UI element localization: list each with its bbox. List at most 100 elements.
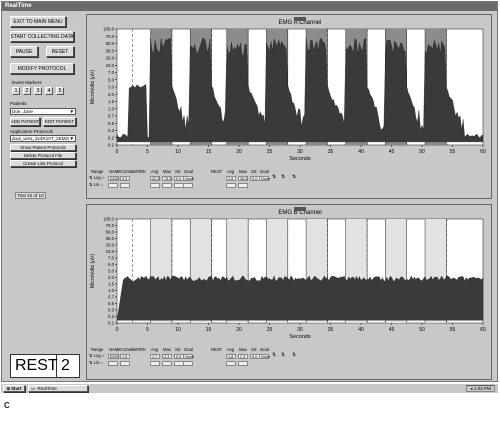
emg-a-table-header: Max [163,169,171,174]
chevron-down-icon[interactable]: ▼ [69,109,74,115]
emg-a-table-empty-cell [108,183,118,188]
emg-a-xtick-label: 60 [480,149,486,155]
emg-a-xtick-label: 5 [146,149,149,155]
emg-b-table-value: 2.3 [238,354,248,359]
emg-b-title-swatch [294,207,306,211]
emg-b-chart: EMG B Channel100.070.050.030.020.010.07.… [87,205,491,345]
emg-a-ytick-label: 50.0 [106,41,115,46]
emg-b-table-empty-cell [226,361,236,366]
emg-b-table-header: Goal [184,347,193,352]
emg-b-xtick-label: 0 [116,327,119,333]
chevron-down-icon[interactable]: ▼ [69,136,74,142]
emg-b-table-lin-radio[interactable]: ⇅ Lin ○ [89,360,103,365]
emg-a-table-value: None [183,176,193,181]
arrow-updown-icon[interactable]: ⇅ [272,174,276,180]
arrow-updown-icon[interactable]: ⇅ [292,352,296,358]
event-marker-5-button[interactable]: 5 [56,87,64,95]
emg-b-ytick-label: 5.0 [108,262,115,267]
emg-a-table-empty-cell [162,183,172,188]
event-markers-label: Event Markers [12,80,42,85]
emg-b-ytick-label: 1.5 [108,282,115,287]
emg-a-table-header: NAME [109,169,121,174]
emg-b-table-empty-cell [150,361,160,366]
exit-to-main-menu-button[interactable]: EXIT TO MAIN MENU [10,16,66,27]
emg-b-table-value: 1.5 [120,354,130,359]
emg-b-table-header: Goal [260,347,269,352]
emg-b-ytick-label: 70.0 [106,223,115,228]
system-tray: ◂ 1:02 PM [466,385,495,392]
windows-logo-icon: ⊞ [7,386,10,391]
protocol-select[interactable]: dual_wins_3x4R10T_2EMGs ▼ [10,135,76,142]
emg-b-table-header: NAME [109,347,121,352]
emg-a-table-header: REST [211,169,222,174]
emg-a-xlabel: Seconds [289,156,311,162]
emg-a-table-header: SS [251,169,257,174]
emg-a-stats: Range NAME CutVal WORK Avg Max SS Goal REST Avg Ma… [87,167,491,197]
arrow-updown-icon[interactable]: ⇅ [292,174,296,180]
emg-a-table-header: Goal [260,169,269,174]
event-marker-4-button[interactable]: 4 [45,87,53,95]
emg-a-table-lin-radio[interactable]: ⇅ Lin ○ [89,182,103,187]
emg-a-chart: EMG A Channel100.070.050.030.020.010.07.… [87,15,491,167]
emg-a-table-value: 26.0 [238,176,248,181]
emg-a-xtick-label: 45 [389,149,395,155]
speaker-icon: ◂ [470,386,472,391]
emg-a-xtick-label: 35 [328,149,334,155]
emg-b-ytick-label: 0.3 [108,308,115,313]
emg-a-xtick-label: 50 [419,149,425,155]
event-marker-1-button[interactable]: 1 [12,87,20,95]
arrow-updown-icon[interactable]: ⇅ [281,352,285,358]
emg-a-table-empty-cell [183,183,193,188]
emg-a-ytick-label: 0.5 [108,121,115,126]
emg-b-ytick-label: 0.7 [108,295,115,300]
emg-a-table-log-radio[interactable]: ⇅ Log ○ [89,175,104,180]
patient-select[interactable]: Doe, Jane ▼ [10,108,76,115]
emg-a-table-value: 2.8 [226,176,236,181]
emg-a-ytick-label: 0.3 [108,128,115,133]
emg-a-xtick-label: 20 [236,149,242,155]
emg-a-xtick-label: 40 [358,149,364,155]
emg-a-table-value: None [259,176,269,181]
arrow-updown-icon[interactable]: ⇅ [272,352,276,358]
emg-a-xtick-label: 30 [297,149,303,155]
emg-b-ytick-label: 1.0 [108,288,115,293]
emg-b-ytick-label: 50.0 [106,230,115,235]
emg-a-table-header: Avg [151,169,158,174]
pause-button[interactable]: PAUSE [10,46,38,57]
emg-a-ytick-label: 0.1 [108,143,115,148]
start-label: Start [11,386,21,391]
emg-b-table-log-radio[interactable]: ⇅ Log ○ [89,353,104,358]
emg-b-panel: EMG B Channel 100.0 70.0 50.0 30.0 20.0 10.0 7.… [86,204,492,380]
reset-button[interactable]: RESET [46,46,74,57]
delete-protocol-file-button[interactable]: Delete Protocol File [10,152,76,159]
event-marker-3-button[interactable]: 3 [34,87,42,95]
emg-a-table-empty-cell [150,183,160,188]
emg-b-emg-trace [117,276,483,320]
start-button[interactable]: ⊞ Start [3,385,25,392]
figure-caption: C [4,401,10,410]
arrow-updown-icon[interactable]: ⇅ [281,174,285,180]
patient-select-value: Doe, Jane [12,109,33,114]
add-patient-button[interactable]: ADD PATIENT [10,117,40,126]
create-link-protocol-button[interactable]: Create Link Protocol [10,160,76,167]
application-protocols-label: Application Protocols [10,129,53,134]
show-patient-protocols-button[interactable]: Show Patient Protocols [10,144,76,151]
emg-a-table-value: EMG A [108,176,119,181]
emg-a-table-header: Max [239,169,247,174]
emg-b-table-header: Range [91,347,103,352]
taskbar-realtime-item[interactable]: ▭ RealTime [28,385,88,392]
emg-b-table-header: Max [163,347,171,352]
modify-protocol-button[interactable]: MODIFY PROTOCOL [10,63,74,74]
emg-a-table-empty-cell [238,183,248,188]
emg-b-xtick-label: 10 [175,327,181,333]
emg-b-xtick-label: 50 [419,327,425,333]
state-label: REST [11,355,57,377]
event-marker-2-button[interactable]: 2 [23,87,31,95]
emg-a-table-header: Range [91,169,103,174]
emg-b-table-empty-cell [108,361,118,366]
edit-patient-button[interactable]: EDIT PATIENT [43,117,76,126]
window-title: RealTime [2,2,497,11]
emg-a-table-value: 0.5 [120,176,130,181]
start-collecting-data-button[interactable]: START COLLECTING DATA [10,31,74,42]
emg-b-ytick-label: 20.0 [106,243,115,248]
